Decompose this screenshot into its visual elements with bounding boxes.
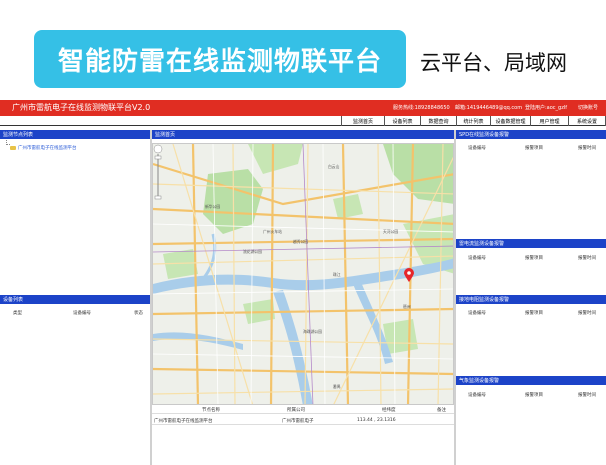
map-label: 越秀公园: [293, 239, 309, 244]
menu-device-list[interactable]: 设备列表: [384, 116, 420, 126]
menu-device-data-mgmt[interactable]: 设备数据管理: [490, 116, 530, 126]
weather-col-device: 设备编号: [468, 393, 486, 398]
folder-icon: [10, 146, 16, 150]
menu-data-query[interactable]: 数据查询: [420, 116, 456, 126]
weather-alarm-header: 气象监测设备报警: [456, 376, 606, 385]
device-col-id: 设备编号: [73, 311, 91, 316]
node-list-header: 监测节点列表: [0, 130, 150, 139]
service-email: 邮箱:1419446489@qq.com: [455, 105, 523, 111]
ground-col-device: 设备编号: [468, 311, 486, 316]
tree-node[interactable]: 广州市雷航电子在线监测平台: [10, 145, 77, 151]
map-panel-header: 监测首页: [152, 130, 454, 139]
device-col-status: 状态: [134, 311, 143, 316]
main-menu: 监测首页 设备列表 数据查询 统计列表 设备数据管理 用户管理 系统设置: [0, 116, 606, 126]
map-view[interactable]: 新华公园 广州火车站 流花湖公园 越秀公园 海珠湖公园 珠江 天河公园 白云山 …: [152, 143, 454, 405]
weather-col-time: 报警时间: [578, 393, 596, 398]
map-label: 白云山: [328, 164, 340, 169]
banner-subtitle: 云平台、局域网: [420, 51, 567, 75]
table-row[interactable]: 广州市雷航电子在线监测平台 广州市雷航电子 113.44 , 23.1316: [152, 416, 454, 425]
map-label: 琶洲: [403, 304, 411, 309]
ground-col-time: 报警时间: [578, 311, 596, 316]
col-note: 备注: [437, 408, 446, 413]
lightning-col-device: 设备编号: [468, 256, 486, 261]
node-table-header: 节点名称 所属公司 经纬度 备注: [152, 405, 454, 414]
weather-col-item: 报警项目: [525, 393, 543, 398]
col-company: 所属公司: [287, 408, 305, 413]
col-node-name: 节点名称: [202, 408, 220, 413]
device-col-type: 类型: [13, 311, 22, 316]
banner: 智能防雷在线监测物联平台: [34, 30, 406, 88]
service-phone: 服务热线:18928848650: [393, 105, 450, 111]
map-label: 流花湖公园: [243, 249, 262, 254]
switch-account-link[interactable]: 切换账号: [578, 104, 598, 111]
menu-stats-list[interactable]: 统计列表: [456, 116, 490, 126]
map-label: 天河公园: [383, 229, 399, 234]
device-list-header: 设备列表: [0, 295, 150, 304]
spd-col-time: 报警时间: [578, 146, 596, 151]
current-user: 登陆用户:aoc_gzlf: [525, 105, 568, 111]
row-node-name: 广州市雷航电子在线监测平台: [154, 419, 213, 424]
map-zoom-control[interactable]: [153, 144, 163, 204]
tree-node-label: 广州市雷航电子在线监测平台: [18, 146, 77, 151]
app-title: 广州市雷航电子在线监测物联平台V2.0: [12, 103, 151, 112]
node-table: 节点名称 所属公司 经纬度 备注 广州市雷航电子在线监测平台 广州市雷航电子 1…: [152, 405, 454, 465]
menu-user-mgmt[interactable]: 用户管理: [530, 116, 568, 126]
col-coord: 经纬度: [382, 408, 396, 413]
menu-monitor-home[interactable]: 监测首页: [341, 116, 384, 126]
lightning-col-time: 报警时间: [578, 256, 596, 261]
red-map-pin-icon[interactable]: [404, 268, 414, 282]
row-coord: 113.44 , 23.1316: [357, 418, 396, 423]
spd-col-item: 报警项目: [525, 146, 543, 151]
map-label: 广州火车站: [263, 229, 282, 234]
map-label: 番禺: [333, 384, 341, 389]
menu-system-settings[interactable]: 系统设置: [568, 116, 606, 126]
ground-col-item: 报警项目: [525, 311, 543, 316]
lightning-col-item: 报警项目: [525, 256, 543, 261]
row-company: 广州市雷航电子: [282, 419, 314, 424]
header-bar: 广州市雷航电子在线监测物联平台V2.0 服务热线:18928848650 邮箱:…: [0, 100, 606, 116]
map-label: 海珠湖公园: [303, 329, 322, 334]
map-label: 珠江: [333, 272, 341, 277]
spd-alarm-header: SPD在线监测设备报警: [456, 130, 606, 139]
banner-title: 智能防雷在线监测物联平台: [57, 46, 382, 77]
lightning-alarm-header: 雷电流监测设备报警: [456, 239, 606, 248]
ground-alarm-header: 接地电阻监测设备报警: [456, 295, 606, 304]
map-label: 新华公园: [205, 204, 221, 209]
spd-col-device: 设备编号: [468, 146, 486, 151]
